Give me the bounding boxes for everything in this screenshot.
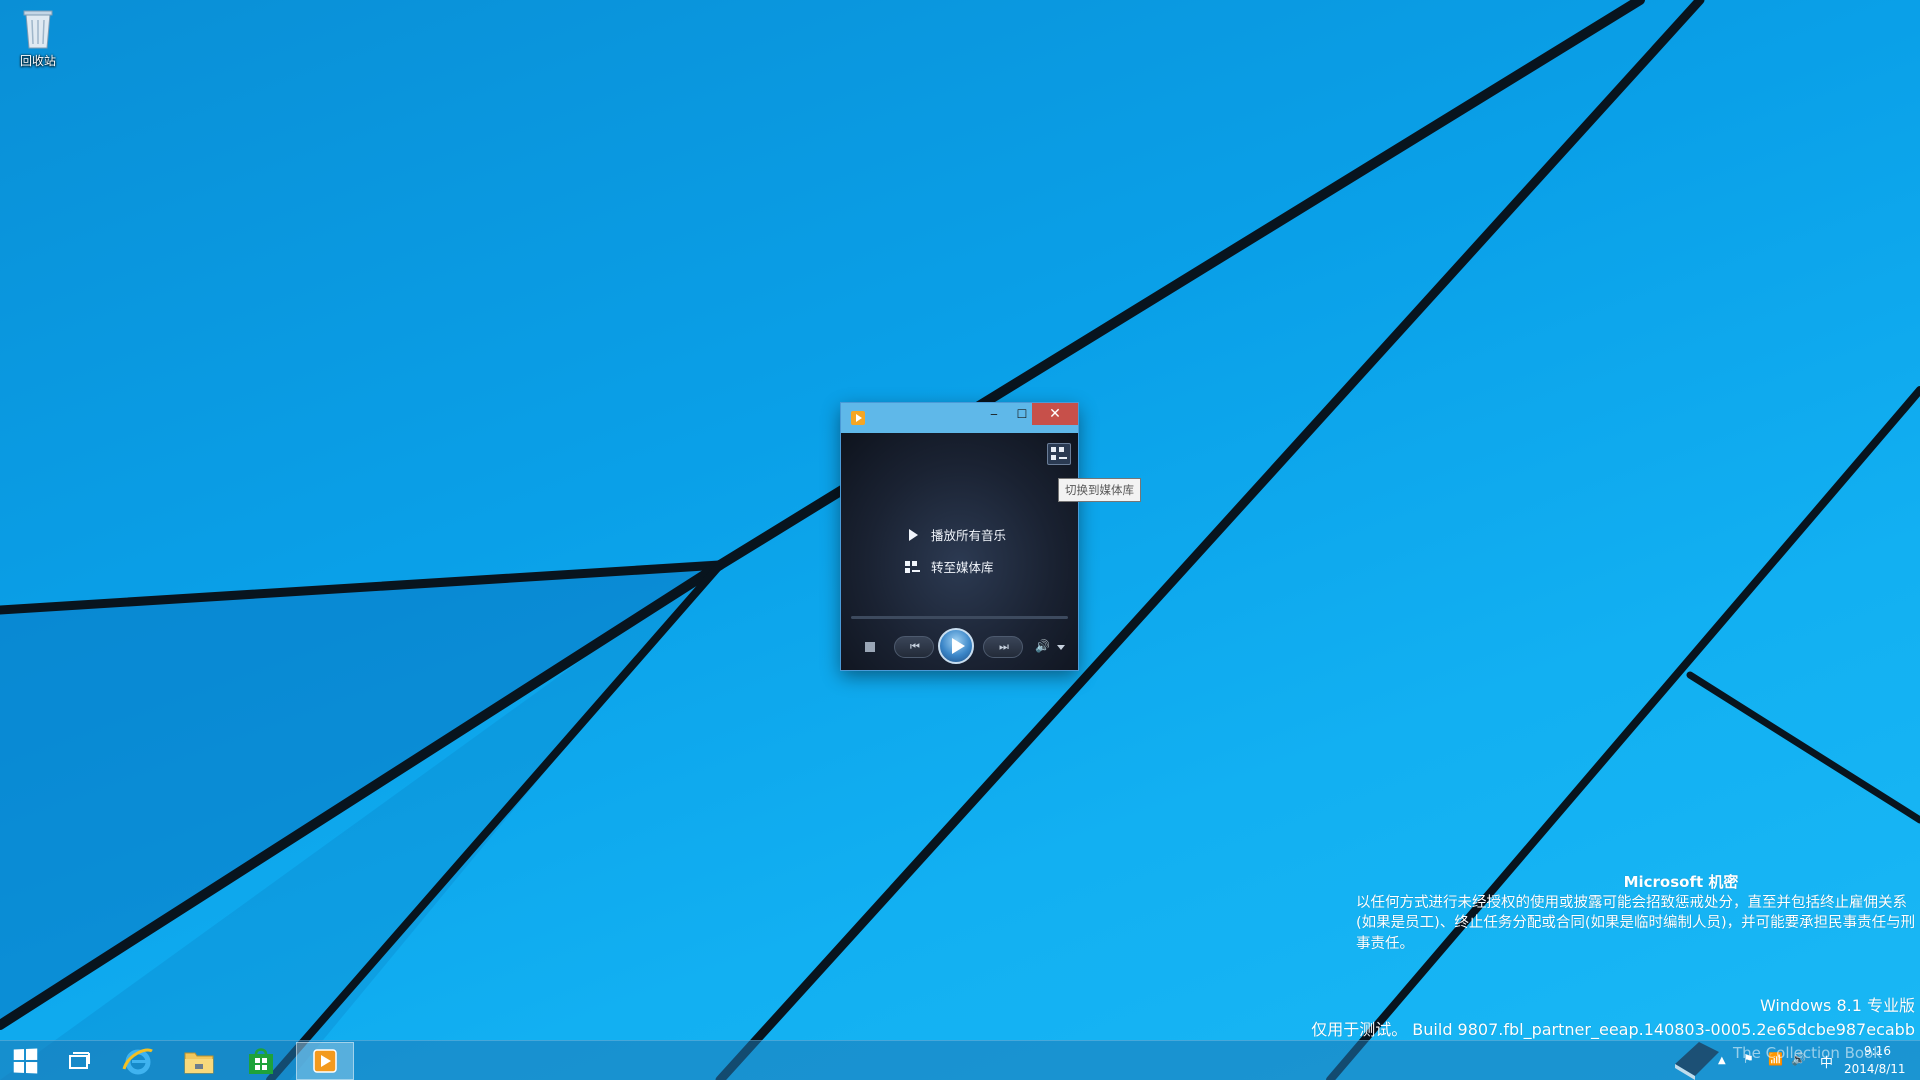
publisher-watermark: The Collection Book — [1733, 1044, 1882, 1062]
media-player-icon — [851, 411, 865, 425]
minimize-button[interactable]: ‒ — [980, 403, 1008, 425]
book-logo-icon — [1675, 1042, 1719, 1080]
seek-bar[interactable] — [851, 616, 1068, 619]
media-player-icon — [313, 1049, 337, 1073]
library-grid-icon — [1051, 447, 1056, 452]
task-view-icon — [69, 1052, 90, 1069]
build-string: 仅用于测试。 Build 9807.fbl_partner_eeap.14080… — [1311, 1020, 1915, 1039]
play-all-music-label: 播放所有音乐 — [931, 528, 1007, 543]
watermark-body: 以任何方式进行未经授权的使用或披露可能会招致惩戒处分，直至并包括终止雇佣关系(如… — [1356, 894, 1916, 952]
now-playing-area: 播放所有音乐 转至媒体库 ⏮ ⏭ 🔊 — [841, 433, 1078, 670]
tooltip: 切换到媒体库 — [1058, 478, 1141, 502]
go-to-library-label: 转至媒体库 — [931, 560, 994, 575]
volume-dropdown-icon[interactable] — [1057, 645, 1065, 650]
play-button[interactable] — [938, 628, 974, 664]
confidential-watermark: Microsoft 机密 以任何方式进行未经授权的使用或披露可能会招致惩戒处分，… — [1356, 872, 1916, 954]
task-view-button[interactable] — [50, 1041, 108, 1080]
desktop-icon-recycle-bin[interactable]: 回收站 — [12, 6, 64, 69]
start-button[interactable] — [0, 1041, 50, 1080]
file-explorer-button[interactable] — [170, 1041, 228, 1080]
build-info: Windows 8.1 专业版 仅用于测试。 Build 9807.fbl_pa… — [1311, 994, 1915, 1042]
media-player-taskbar-button[interactable] — [296, 1042, 354, 1080]
store-icon — [249, 1048, 273, 1074]
library-icon — [903, 560, 923, 574]
close-button[interactable]: ✕ — [1032, 403, 1078, 425]
store-button[interactable] — [232, 1041, 290, 1080]
recycle-bin-icon — [21, 6, 55, 50]
stop-button[interactable] — [865, 642, 875, 652]
watermark-title: Microsoft 机密 — [1623, 873, 1739, 891]
windows-edition: Windows 8.1 专业版 — [1759, 996, 1915, 1015]
volume-icon[interactable]: 🔊 — [1035, 639, 1051, 655]
window-titlebar[interactable]: ‒ ☐ ✕ — [841, 403, 1078, 433]
taskbar: ▲ ⚑ 📶 🔊 中 9:16 2014/8/11 — [0, 1040, 1920, 1080]
clock-date[interactable]: 2014/8/11 — [1844, 1062, 1906, 1076]
go-to-library-link[interactable]: 转至媒体库 — [903, 558, 994, 578]
media-player-window[interactable]: ‒ ☐ ✕ 播放所有音乐 转至媒体库 ⏮ ⏭ 🔊 — [841, 403, 1078, 670]
previous-button[interactable]: ⏮ — [894, 636, 934, 658]
desktop-icon-label: 回收站 — [19, 54, 56, 68]
switch-to-library-button[interactable] — [1047, 443, 1071, 465]
next-button[interactable]: ⏭ — [983, 636, 1023, 658]
windows-logo-icon — [13, 1048, 38, 1074]
internet-explorer-button[interactable] — [109, 1041, 167, 1080]
playback-controls: ⏮ ⏭ 🔊 — [841, 628, 1078, 664]
file-explorer-icon — [184, 1052, 214, 1074]
desktop: 回收站 ‒ ☐ ✕ 播放所有音乐 转至媒体库 ⏮ ⏭ 🔊 切换到媒体库 Micr… — [0, 0, 1920, 1080]
play-icon — [903, 528, 923, 542]
internet-explorer-icon — [122, 1048, 153, 1075]
play-all-music-link[interactable]: 播放所有音乐 — [903, 526, 1006, 546]
